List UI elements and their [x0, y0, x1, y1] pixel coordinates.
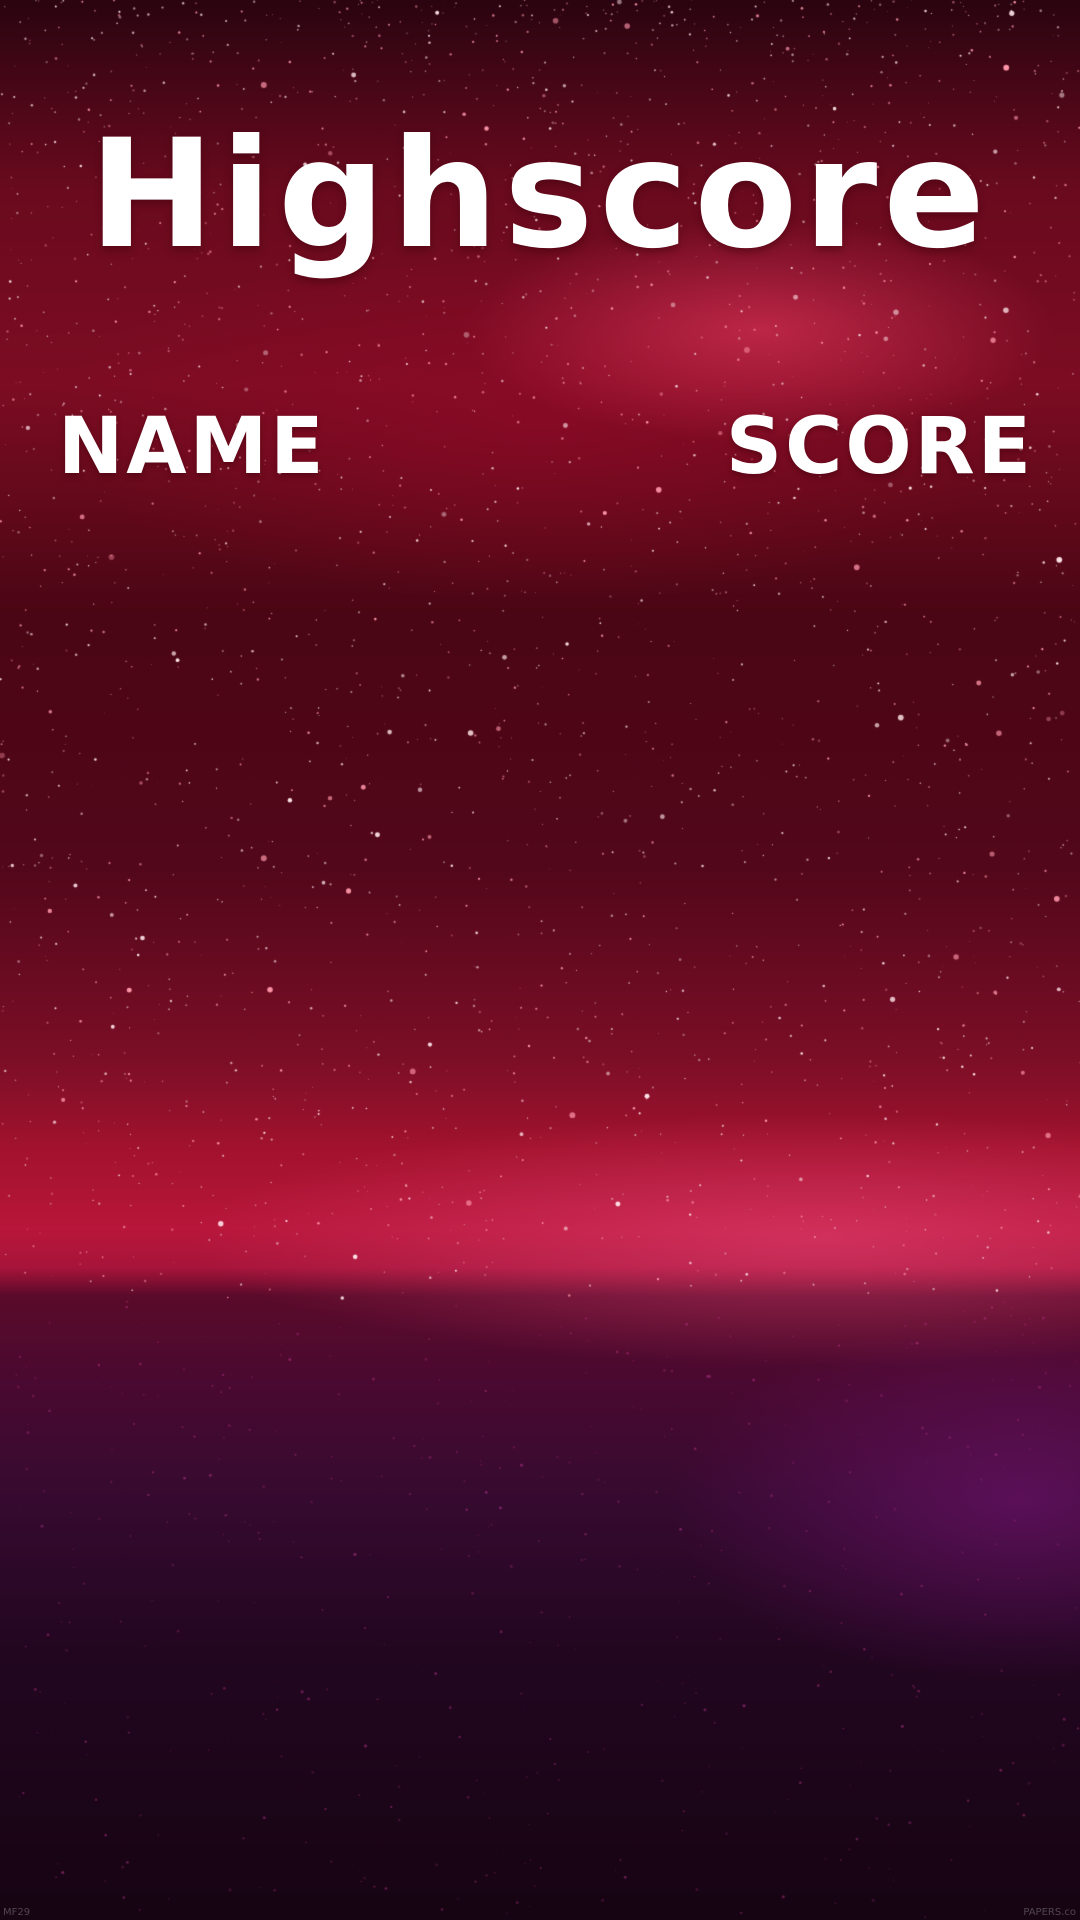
- score-column-header: SCORE: [725, 402, 1034, 492]
- page-title: Highscore: [88, 108, 992, 282]
- highscore-screen: Highscore NAME SCORE MF29 PAPERS.co: [0, 0, 1080, 1920]
- wallpaper-id-label: MF29: [3, 1907, 31, 1918]
- starfield-background: [0, 0, 1080, 1920]
- name-column-header: NAME: [58, 402, 327, 492]
- wallpaper-credit-label: PAPERS.co: [1023, 1907, 1076, 1918]
